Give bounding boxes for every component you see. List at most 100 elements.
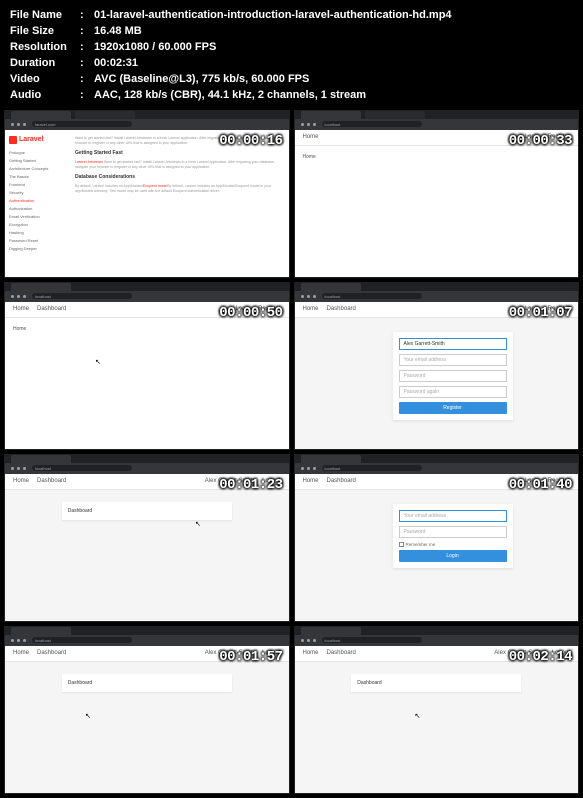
remember-me-checkbox[interactable]: Remember me bbox=[399, 542, 507, 547]
docs-link[interactable]: Eloquent model bbox=[143, 184, 167, 188]
docs-link[interactable]: Laravel Jetstream bbox=[75, 160, 103, 164]
thumbnail-7: localhost HomeDashboard Alex Garrett-Smi… bbox=[4, 626, 290, 794]
address-bar[interactable]: localhost bbox=[32, 465, 132, 471]
thumbnail-2: localhost Home LoginRegister Home 00:00:… bbox=[294, 110, 580, 278]
nav-link-home[interactable]: Home bbox=[13, 650, 29, 656]
timestamp-overlay: 00:01:07 bbox=[509, 305, 572, 321]
browser-toolbar: localhost bbox=[5, 291, 289, 302]
meta-label-filename: File Name bbox=[10, 8, 80, 24]
sidebar-item[interactable]: Password Reset bbox=[9, 238, 61, 243]
register-form: Alex Garrett-Smith Your email address Pa… bbox=[393, 332, 513, 420]
meta-label-filesize: File Size bbox=[10, 24, 80, 40]
timestamp-overlay: 00:00:16 bbox=[219, 133, 282, 149]
sidebar-item[interactable]: Hashing bbox=[9, 230, 61, 235]
nav-link-home[interactable]: Home bbox=[303, 134, 319, 140]
password-input[interactable]: Password bbox=[399, 526, 507, 538]
thumbnail-4: localhost HomeDashboard LoginRegister Al… bbox=[294, 282, 580, 450]
page-heading: Home bbox=[13, 326, 281, 332]
timestamp-overlay: 00:00:50 bbox=[219, 305, 282, 321]
browser-tabstrip bbox=[5, 455, 289, 463]
nav-link-dashboard[interactable]: Dashboard bbox=[327, 650, 356, 656]
sidebar-item[interactable]: Email Verification bbox=[9, 214, 61, 219]
laravel-logo-icon bbox=[9, 136, 17, 144]
sidebar-item[interactable]: Getting Started bbox=[9, 158, 61, 163]
thumbnail-8: localhost HomeDashboard Alex Garrett-Smi… bbox=[294, 626, 580, 794]
sidebar-item[interactable]: Encryption bbox=[9, 222, 61, 227]
meta-value-resolution: 1920x1080 / 60.000 FPS bbox=[94, 40, 573, 56]
thumbnail-1: laravel.com Laravel Prologue Getting Sta… bbox=[4, 110, 290, 278]
sidebar-item[interactable]: Architecture Concepts bbox=[9, 166, 61, 171]
browser-tabstrip bbox=[295, 455, 579, 463]
dashboard-card: Dashboard bbox=[351, 674, 521, 692]
nav-link-dashboard[interactable]: Dashboard bbox=[37, 306, 66, 312]
browser-toolbar: localhost bbox=[295, 635, 579, 646]
nav-link-home[interactable]: Home bbox=[13, 478, 29, 484]
file-metadata: File Name : 01-laravel-authentication-in… bbox=[0, 0, 583, 110]
cursor-icon: ↖ bbox=[85, 712, 91, 720]
login-button[interactable]: Login bbox=[399, 550, 507, 562]
browser-toolbar: localhost bbox=[5, 463, 289, 474]
meta-value-audio: AAC, 128 kb/s (CBR), 44.1 kHz, 2 channel… bbox=[94, 88, 573, 104]
sidebar-item[interactable]: Security bbox=[9, 190, 61, 195]
browser-toolbar: localhost bbox=[295, 463, 579, 474]
thumbnail-5: localhost HomeDashboard Alex Garrett-Smi… bbox=[4, 454, 290, 622]
meta-value-filename: 01-laravel-authentication-introduction-l… bbox=[94, 8, 573, 24]
thumbnail-6: localhost HomeDashboard LoginRegister Yo… bbox=[294, 454, 580, 622]
address-bar[interactable]: localhost bbox=[322, 637, 422, 643]
cursor-icon: ↖ bbox=[195, 520, 201, 528]
nav-link-home[interactable]: Home bbox=[303, 478, 319, 484]
address-bar[interactable]: localhost bbox=[32, 637, 132, 643]
browser-tabstrip bbox=[295, 283, 579, 291]
login-form: Your email address Password Remember me … bbox=[393, 504, 513, 568]
sidebar-item[interactable]: Authentication bbox=[9, 198, 61, 203]
sidebar-item[interactable]: Prologue bbox=[9, 150, 61, 155]
register-button[interactable]: Register bbox=[399, 402, 507, 414]
meta-label-duration: Duration bbox=[10, 56, 80, 72]
browser-toolbar: localhost bbox=[295, 119, 579, 130]
timestamp-overlay: 00:01:57 bbox=[219, 649, 282, 665]
dashboard-card: Dashboard bbox=[62, 502, 232, 520]
checkbox-icon bbox=[399, 542, 404, 547]
browser-toolbar: localhost bbox=[5, 635, 289, 646]
address-bar[interactable]: laravel.com bbox=[32, 121, 132, 127]
nav-link-home[interactable]: Home bbox=[303, 306, 319, 312]
browser-toolbar: laravel.com bbox=[5, 119, 289, 130]
sidebar-item[interactable]: Authorization bbox=[9, 206, 61, 211]
meta-label-video: Video bbox=[10, 72, 80, 88]
address-bar[interactable]: localhost bbox=[322, 465, 422, 471]
email-input[interactable]: Your email address bbox=[399, 354, 507, 366]
nav-link-home[interactable]: Home bbox=[303, 650, 319, 656]
sidebar-item[interactable]: Digging Deeper bbox=[9, 246, 61, 251]
meta-label-resolution: Resolution bbox=[10, 40, 80, 56]
nav-link-dashboard[interactable]: Dashboard bbox=[327, 306, 356, 312]
meta-value-filesize: 16.48 MB bbox=[94, 24, 573, 40]
address-bar[interactable]: localhost bbox=[322, 293, 422, 299]
nav-link-home[interactable]: Home bbox=[13, 306, 29, 312]
meta-label-audio: Audio bbox=[10, 88, 80, 104]
address-bar[interactable]: localhost bbox=[32, 293, 132, 299]
timestamp-overlay: 00:01:40 bbox=[509, 477, 572, 493]
browser-tabstrip bbox=[5, 627, 289, 635]
docs-sidebar: Laravel Prologue Getting Started Archite… bbox=[5, 130, 65, 277]
browser-tabstrip bbox=[295, 627, 579, 635]
address-bar[interactable]: localhost bbox=[322, 121, 422, 127]
dashboard-card: Dashboard bbox=[62, 674, 232, 692]
password-input[interactable]: Password bbox=[399, 370, 507, 382]
nav-link-dashboard[interactable]: Dashboard bbox=[327, 478, 356, 484]
sidebar-item[interactable]: The Basics bbox=[9, 174, 61, 179]
browser-toolbar: localhost bbox=[295, 291, 579, 302]
timestamp-overlay: 00:01:23 bbox=[219, 477, 282, 493]
browser-tabstrip bbox=[5, 283, 289, 291]
sidebar-item[interactable]: Frontend bbox=[9, 182, 61, 187]
name-input[interactable]: Alex Garrett-Smith bbox=[399, 338, 507, 350]
nav-link-dashboard[interactable]: Dashboard bbox=[37, 650, 66, 656]
nav-link-dashboard[interactable]: Dashboard bbox=[37, 478, 66, 484]
browser-tabstrip bbox=[5, 111, 289, 119]
meta-value-duration: 00:02:31 bbox=[94, 56, 573, 72]
password-confirm-input[interactable]: Password again bbox=[399, 386, 507, 398]
cursor-icon: ↖ bbox=[95, 358, 101, 366]
thumbnail-3: localhost HomeDashboard LoginRegister Ho… bbox=[4, 282, 290, 450]
timestamp-overlay: 00:00:33 bbox=[509, 133, 572, 149]
timestamp-overlay: 00:02:14 bbox=[509, 649, 572, 665]
email-input[interactable]: Your email address bbox=[399, 510, 507, 522]
